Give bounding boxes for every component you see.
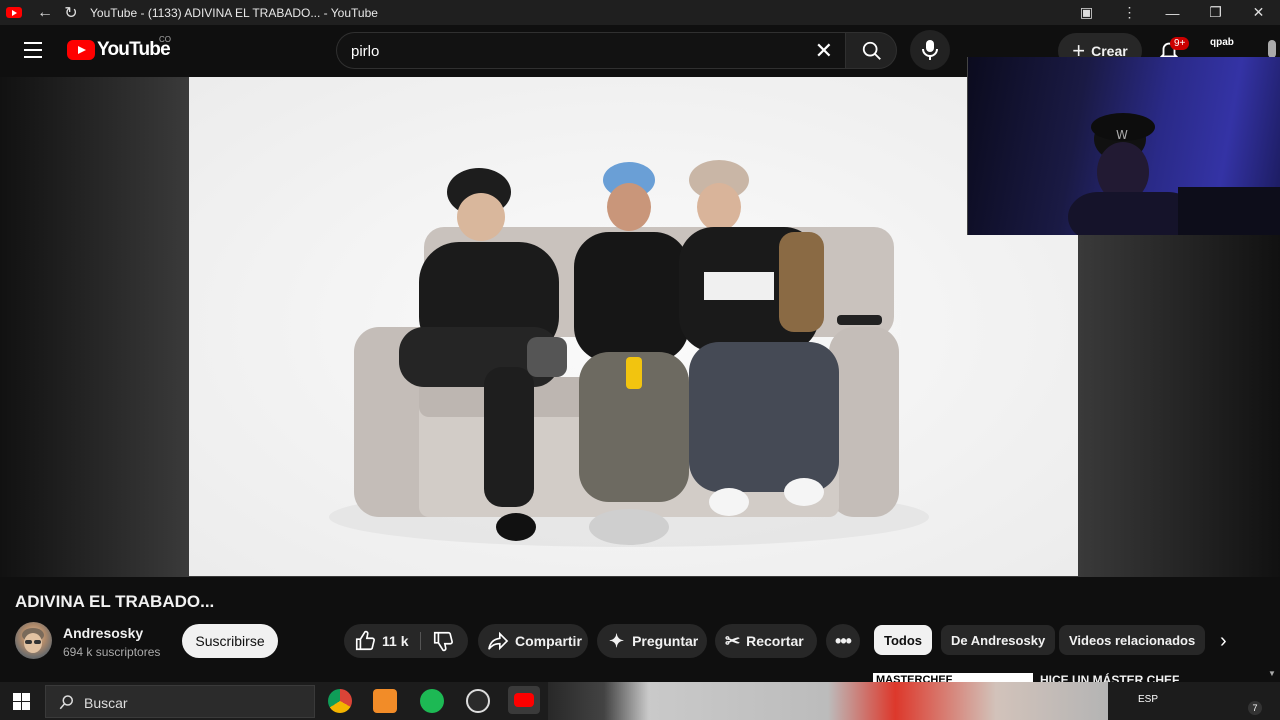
search-input[interactable]	[351, 41, 791, 61]
scissors-icon: ✂	[725, 630, 741, 651]
search-button[interactable]	[845, 32, 897, 69]
youtube-taskbar-icon[interactable]	[508, 686, 540, 714]
more-dots-icon: •••	[835, 630, 852, 651]
kebab-menu-icon[interactable]: ⋮	[1108, 4, 1151, 21]
windows-start-icon[interactable]	[13, 693, 30, 710]
webcam-overlay: W	[967, 57, 1280, 235]
more-actions-button[interactable]: •••	[826, 624, 860, 658]
microphone-icon	[922, 40, 938, 60]
restore-button[interactable]: ❐	[1194, 4, 1237, 21]
region-code: CO	[159, 35, 171, 44]
video-frame-image	[189, 77, 1078, 576]
search-box: ✕	[336, 32, 845, 69]
page-scrollbar[interactable]	[1268, 40, 1276, 58]
youtube-favicon-icon	[6, 7, 22, 18]
chip-todos[interactable]: Todos	[874, 625, 933, 655]
taskbar-search-label: Buscar	[84, 695, 128, 711]
ask-button[interactable]: ✦ Preguntar	[597, 624, 707, 658]
taskbar-search[interactable]: Buscar	[45, 685, 315, 718]
video-player[interactable]	[189, 77, 1078, 576]
notifications-badge: 9+	[1170, 37, 1190, 50]
hamburger-menu-icon[interactable]	[24, 42, 42, 58]
obs-icon[interactable]	[466, 689, 490, 713]
taskbar-overlay-strip	[548, 682, 1108, 720]
back-arrow-icon[interactable]: ←	[32, 4, 58, 22]
chevron-right-icon[interactable]: ›	[1220, 630, 1227, 653]
notification-center-badge[interactable]: 7	[1248, 701, 1262, 715]
share-label: Compartir	[515, 633, 582, 649]
sparkle-icon: ✦	[609, 630, 625, 651]
search-icon	[862, 41, 881, 60]
tray-language[interactable]: ESP	[1138, 694, 1158, 705]
youtube-play-icon	[67, 40, 95, 60]
subscriber-count: 694 k suscriptores	[63, 645, 161, 659]
like-icon[interactable]	[354, 630, 376, 652]
dislike-icon[interactable]	[432, 630, 454, 652]
minimize-button[interactable]: —	[1151, 5, 1194, 21]
reload-icon[interactable]: ↻	[58, 3, 84, 23]
extensions-icon[interactable]: ▣	[1065, 4, 1108, 21]
svg-text:W: W	[1116, 128, 1128, 142]
window-titlebar: ← ↻ YouTube - (1133) ADIVINA EL TRABADO.…	[0, 0, 1280, 25]
channel-avatar-image	[22, 628, 44, 653]
account-avatar[interactable]: qpab	[1210, 37, 1234, 48]
windows-taskbar: Buscar ESP 7	[0, 682, 1280, 720]
fl-studio-icon[interactable]	[373, 689, 397, 713]
like-dislike-group: 11 k	[344, 624, 468, 658]
chip-de-andresosky[interactable]: De Andresosky	[941, 625, 1056, 655]
channel-name[interactable]: Andresosky	[63, 625, 143, 641]
ask-label: Preguntar	[632, 633, 699, 649]
youtube-logo[interactable]: YouTube CO	[67, 35, 171, 61]
video-title: ADIVINA EL TRABADO...	[15, 592, 215, 611]
chip-videos-relacionados[interactable]: Videos relacionados	[1059, 625, 1206, 655]
like-count: 11 k	[382, 633, 409, 649]
scroll-down-arrow-icon[interactable]: ▼	[1268, 669, 1276, 678]
taskbar-search-icon	[59, 695, 73, 710]
chrome-icon[interactable]	[328, 689, 352, 713]
webcam-person-image: W	[1068, 113, 1280, 235]
close-window-button[interactable]: ✕	[1237, 4, 1280, 21]
clip-button[interactable]: ✂ Recortar	[715, 624, 817, 658]
voice-search-button[interactable]	[910, 30, 950, 70]
subscribe-button[interactable]: Suscribirse	[182, 624, 278, 658]
window-title: YouTube - (1133) ADIVINA EL TRABADO... -…	[90, 5, 378, 20]
clip-label: Recortar	[746, 633, 804, 649]
spotify-icon[interactable]	[420, 689, 444, 713]
like-divider	[420, 632, 421, 650]
share-button[interactable]: Compartir	[478, 624, 588, 658]
share-arrow-icon	[488, 631, 509, 651]
channel-avatar[interactable]	[15, 622, 52, 659]
clear-search-icon[interactable]: ✕	[815, 38, 833, 64]
